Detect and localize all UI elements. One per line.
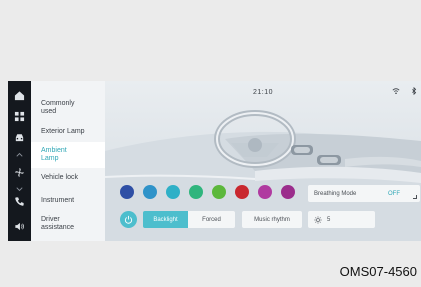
- figure-code: OMS07-4560: [339, 264, 417, 279]
- page: Commonly used Exterior Lamp Ambient Lamp…: [0, 0, 421, 287]
- car-icon[interactable]: [11, 130, 28, 145]
- menu-item-label: Instrument: [41, 197, 75, 204]
- forced-mode-button[interactable]: Forced: [188, 211, 235, 228]
- menu-item-label: Driver assistance: [41, 216, 75, 231]
- menu-item-commonly-used[interactable]: Commonly used: [31, 95, 105, 121]
- home-icon[interactable]: [11, 88, 28, 103]
- expand-corner-icon: [413, 195, 417, 199]
- settings-menu: Commonly used Exterior Lamp Ambient Lamp…: [31, 81, 105, 241]
- phone-icon[interactable]: [11, 194, 28, 209]
- color-swatch[interactable]: [235, 185, 249, 199]
- brightness-icon: [314, 215, 322, 224]
- bluetooth-icon: [412, 87, 417, 95]
- color-swatch[interactable]: [212, 185, 226, 199]
- color-swatch[interactable]: [258, 185, 272, 199]
- clock: 21:10: [252, 89, 274, 96]
- fan-icon[interactable]: [11, 165, 28, 180]
- color-swatch[interactable]: [189, 185, 203, 199]
- menu-item-driver-assistance[interactable]: Driver assistance: [31, 211, 105, 237]
- breathing-mode-card[interactable]: Breathing Mode OFF: [308, 185, 420, 202]
- breathing-mode-label: Breathing Mode: [314, 190, 357, 197]
- chevron-up-icon[interactable]: [11, 147, 28, 162]
- menu-item-label: Commonly used: [41, 100, 75, 115]
- color-swatch[interactable]: [166, 185, 180, 199]
- icon-rail: [8, 81, 31, 241]
- apps-grid-icon[interactable]: [11, 109, 28, 124]
- menu-item-label: Exterior Lamp: [41, 128, 85, 135]
- backlight-mode-button[interactable]: Backlight: [143, 211, 188, 228]
- breathing-mode-value: OFF: [388, 190, 400, 197]
- wifi-icon: [392, 88, 400, 95]
- color-swatch[interactable]: [281, 185, 295, 199]
- menu-item-label: Ambient Lamp: [41, 147, 67, 162]
- infotainment-screen: Commonly used Exterior Lamp Ambient Lamp…: [8, 81, 421, 241]
- volume-icon[interactable]: [11, 219, 28, 234]
- brightness-value: 5: [327, 216, 331, 223]
- ambient-lamp-panel: 21:10 Breathing Mode OFF Backlight Force…: [105, 81, 421, 241]
- ambient-power-button[interactable]: [120, 211, 137, 228]
- power-icon: [124, 215, 133, 224]
- color-swatch[interactable]: [143, 185, 157, 199]
- color-swatch[interactable]: [120, 185, 134, 199]
- music-rhythm-button[interactable]: Music rhythm: [242, 211, 302, 228]
- menu-item-label: Vehicle lock: [41, 174, 78, 181]
- brightness-control[interactable]: 5: [308, 211, 375, 228]
